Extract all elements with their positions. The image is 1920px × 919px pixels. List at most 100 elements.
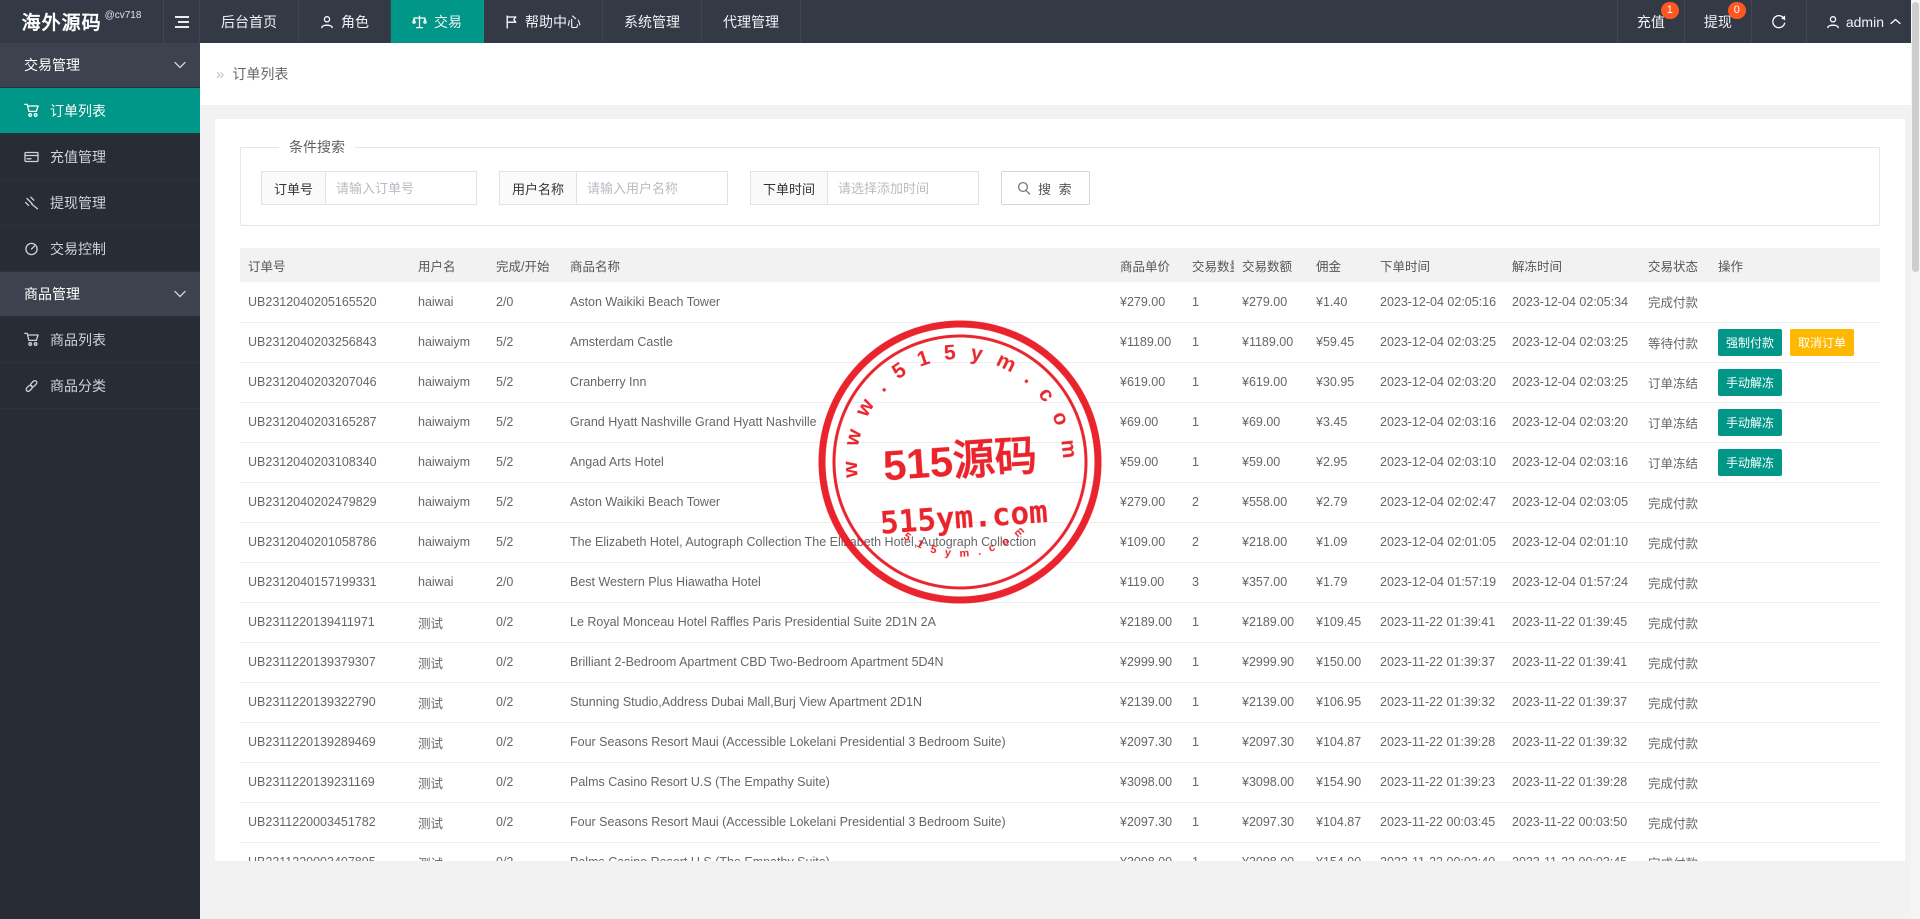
scrollbar-thumb[interactable] xyxy=(1912,2,1919,272)
nav-label: 帮助中心 xyxy=(525,13,581,30)
col-price: 商品单价 xyxy=(1112,248,1184,282)
cell-unfreeze-time: 2023-11-22 01:39:37 xyxy=(1504,682,1640,723)
nav-item-system[interactable]: 系统管理 xyxy=(603,0,702,43)
cell-order-no: UB2311220139379307 xyxy=(240,642,410,683)
cell-ratio: 0/2 xyxy=(488,682,562,723)
cell-order-time: 2023-12-04 02:01:05 xyxy=(1372,522,1504,563)
sidebar-item-recharge[interactable]: 充值管理 xyxy=(0,134,200,180)
cell-ratio: 0/2 xyxy=(488,842,562,861)
order-no-input[interactable] xyxy=(325,171,478,205)
cell-product: Brilliant 2-Bedroom Apartment CBD Two-Be… xyxy=(562,642,1112,683)
cell-order-no: UB2311220139322790 xyxy=(240,682,410,723)
cell-price: ¥1189.00 xyxy=(1112,322,1184,363)
table-row: UB2311220139411971 测试 0/2 Le Royal Monce… xyxy=(240,602,1880,643)
username-group: 用户名称 xyxy=(499,171,729,205)
content-card: 条件搜索 订单号 用户名称 下单时间 搜 索 xyxy=(215,119,1905,861)
order-time-input[interactable] xyxy=(827,171,980,205)
cell-qty: 3 xyxy=(1184,562,1234,603)
cell-order-no: UB2312040201058786 xyxy=(240,522,410,563)
nav-item-roles[interactable]: 角色 xyxy=(299,0,391,43)
nav-item-trade[interactable]: 交易 xyxy=(391,0,484,43)
cell-price: ¥3098.00 xyxy=(1112,842,1184,861)
table-row: UB2311220139289469 测试 0/2 Four Seasons R… xyxy=(240,722,1880,763)
col-product: 商品名称 xyxy=(562,248,1112,282)
user-menu[interactable]: admin xyxy=(1805,0,1920,43)
nav-item-home[interactable]: 后台首页 xyxy=(200,0,299,43)
cell-username: 测试 xyxy=(410,642,488,683)
withdraw-notice[interactable]: 提现 0 xyxy=(1683,0,1751,43)
cell-unfreeze-time: 2023-11-22 01:39:32 xyxy=(1504,722,1640,763)
main-content: » 订单列表 条件搜索 订单号 用户名称 下单时间 xyxy=(200,0,1920,861)
action-button[interactable]: 手动解冻 xyxy=(1718,448,1783,476)
sidebar-item-goods-list[interactable]: 商品列表 xyxy=(0,317,200,363)
sidebar-group-goods[interactable]: 商品管理 xyxy=(0,272,200,317)
link-icon xyxy=(25,379,38,392)
cell-qty: 1 xyxy=(1184,722,1234,763)
cell-qty: 1 xyxy=(1184,282,1234,323)
col-order-no: 订单号 xyxy=(240,248,410,282)
cell-qty: 1 xyxy=(1184,762,1234,803)
cell-amount: ¥69.00 xyxy=(1234,402,1308,443)
cell-ratio: 5/2 xyxy=(488,482,562,523)
cell-unfreeze-time: 2023-12-04 02:05:34 xyxy=(1504,282,1640,323)
cell-price: ¥3098.00 xyxy=(1112,762,1184,803)
cell-amount: ¥218.00 xyxy=(1234,522,1308,563)
cell-price: ¥59.00 xyxy=(1112,442,1184,483)
actions-cell: 手动解冻 xyxy=(1710,362,1880,403)
sidebar-item-trade-control[interactable]: 交易控制 xyxy=(0,226,200,272)
chevron-down-icon xyxy=(174,61,186,69)
col-commission: 佣金 xyxy=(1308,248,1372,282)
table-row: UB2312040203207046 haiwaiym 5/2 Cranberr… xyxy=(240,362,1880,403)
action-button[interactable]: 手动解冻 xyxy=(1718,368,1783,396)
col-amount: 交易数额 xyxy=(1234,248,1308,282)
cell-status: 完成付款 xyxy=(1640,802,1710,843)
cell-product: Best Western Plus Hiawatha Hotel xyxy=(562,562,1112,603)
cell-qty: 2 xyxy=(1184,482,1234,523)
nav-item-help-center[interactable]: 帮助中心 xyxy=(484,0,603,43)
table-row: UB2311220003451782 测试 0/2 Four Seasons R… xyxy=(240,802,1880,843)
action-button[interactable]: 手动解冻 xyxy=(1718,408,1783,436)
cell-price: ¥2999.90 xyxy=(1112,642,1184,683)
refresh-button[interactable] xyxy=(1750,0,1806,43)
sidebar-item-goods-category[interactable]: 商品分类 xyxy=(0,363,200,409)
sidebar-group-trade[interactable]: 交易管理 xyxy=(0,43,200,88)
cell-status: 完成付款 xyxy=(1640,282,1710,323)
cell-commission: ¥59.45 xyxy=(1308,322,1372,363)
cell-commission: ¥104.87 xyxy=(1308,802,1372,843)
cell-order-time: 2023-12-04 02:03:25 xyxy=(1372,322,1504,363)
action-button[interactable]: 强制付款 xyxy=(1718,328,1783,356)
col-actions: 操作 xyxy=(1710,248,1880,282)
action-button[interactable]: 取消订单 xyxy=(1790,328,1855,356)
cell-amount: ¥1189.00 xyxy=(1234,322,1308,363)
cell-amount: ¥2097.30 xyxy=(1234,722,1308,763)
sidebar-toggle-button[interactable] xyxy=(164,0,200,43)
search-button[interactable]: 搜 索 xyxy=(1001,171,1090,205)
cell-amount: ¥2999.90 xyxy=(1234,642,1308,683)
recharge-notice[interactable]: 充值 1 xyxy=(1616,0,1684,43)
nav-item-agents[interactable]: 代理管理 xyxy=(702,0,801,43)
cell-status: 完成付款 xyxy=(1640,602,1710,643)
username-input[interactable] xyxy=(576,171,729,205)
col-username: 用户名 xyxy=(410,248,488,282)
cell-username: haiwaiym xyxy=(410,322,488,363)
cell-commission: ¥1.09 xyxy=(1308,522,1372,563)
table-row: UB2312040157199331 haiwai 2/0 Best Weste… xyxy=(240,562,1880,603)
cell-ratio: 0/2 xyxy=(488,802,562,843)
actions-cell xyxy=(1710,282,1880,323)
actions-cell xyxy=(1710,522,1880,563)
sidebar-item-withdraw[interactable]: 提现管理 xyxy=(0,180,200,226)
cell-username: haiwaiym xyxy=(410,442,488,483)
cell-unfreeze-time: 2023-12-04 01:57:24 xyxy=(1504,562,1640,603)
actions-cell xyxy=(1710,722,1880,763)
brand-name: 海外源码 xyxy=(21,13,102,34)
recharge-label: 充值 xyxy=(1636,13,1665,30)
cell-unfreeze-time: 2023-11-22 01:39:45 xyxy=(1504,602,1640,643)
cell-order-no: UB2311220139231169 xyxy=(240,762,410,803)
sidebar-item-order-list[interactable]: 订单列表 xyxy=(0,88,200,134)
cell-commission: ¥154.90 xyxy=(1308,762,1372,803)
cell-price: ¥2097.30 xyxy=(1112,722,1184,763)
cell-price: ¥119.00 xyxy=(1112,562,1184,603)
cell-qty: 1 xyxy=(1184,842,1234,861)
search-row: 订单号 用户名称 下单时间 搜 索 xyxy=(261,171,1859,205)
brand-subname: @cv718 xyxy=(104,10,142,21)
